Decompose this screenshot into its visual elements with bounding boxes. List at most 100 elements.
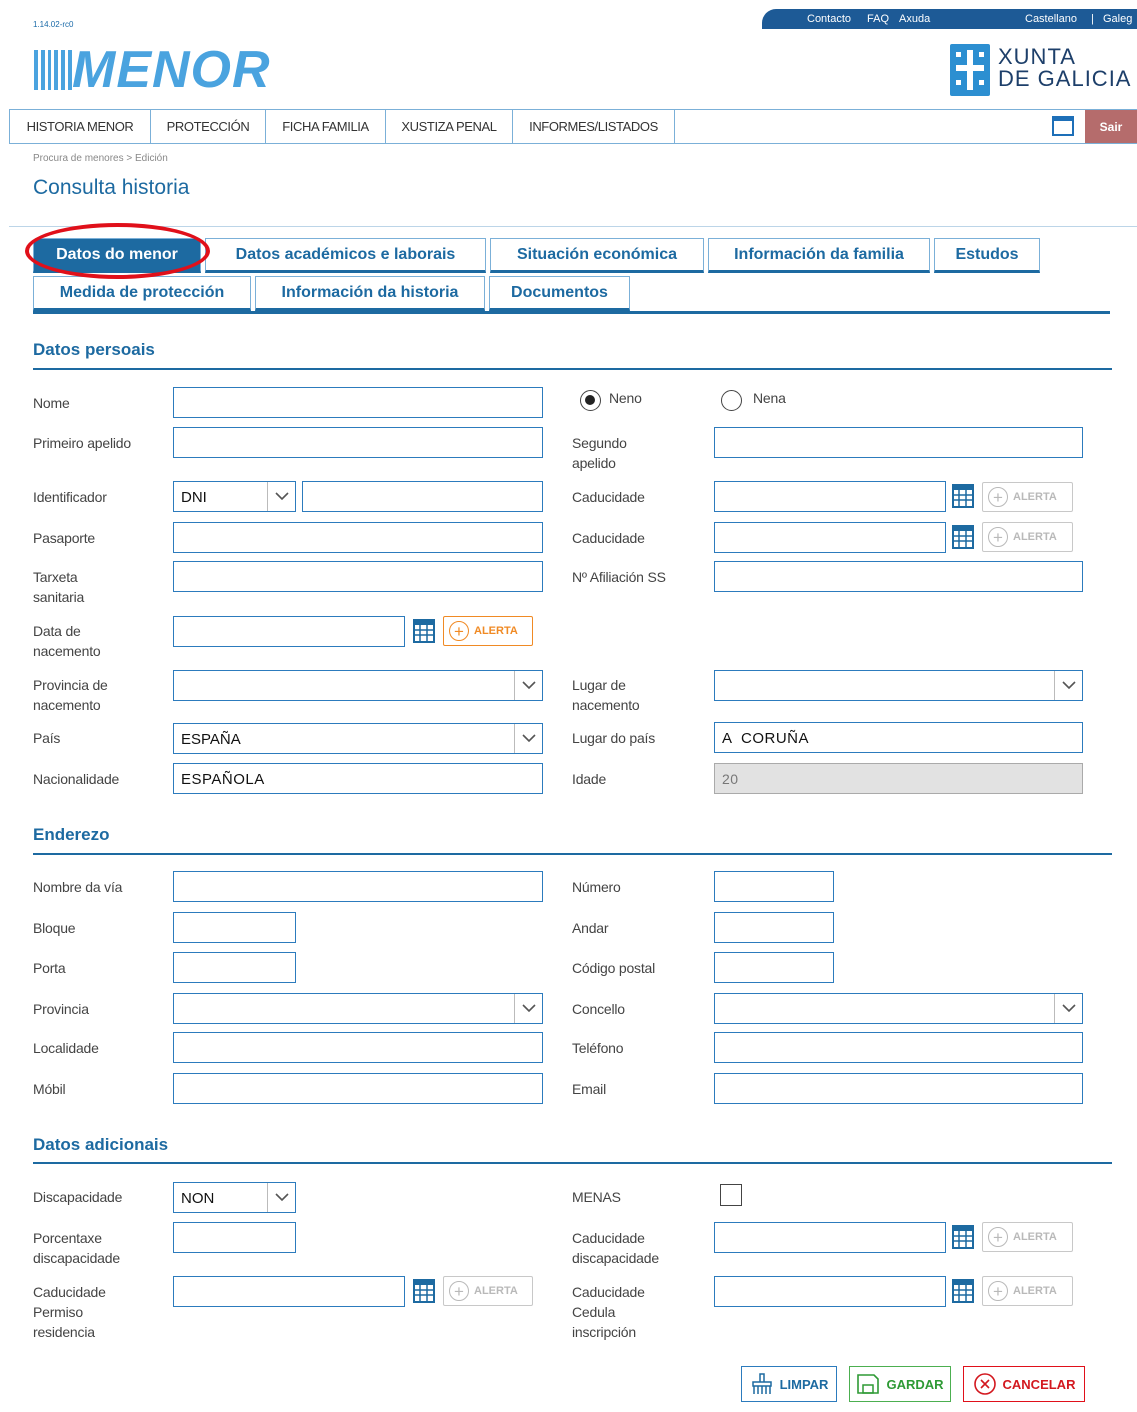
- caducidade-pas-label: Caducidade: [572, 530, 645, 546]
- nena-radio[interactable]: [721, 390, 742, 411]
- bloque-input[interactable]: [173, 912, 296, 943]
- pais-select[interactable]: ESPAÑA: [173, 723, 543, 754]
- tab-estudos[interactable]: Estudos: [934, 238, 1040, 273]
- nome-via-label: Nombre da vía: [33, 879, 123, 895]
- menu-proteccion[interactable]: PROTECCIÓN: [151, 110, 266, 143]
- segundo-apelido-input[interactable]: [714, 427, 1083, 458]
- logout-button[interactable]: Sair: [1085, 110, 1137, 143]
- afiliacion-input[interactable]: [714, 561, 1083, 592]
- caducidade-pas-input[interactable]: [714, 522, 946, 553]
- clear-button[interactable]: LIMPAR: [741, 1366, 837, 1402]
- menas-checkbox[interactable]: [720, 1184, 742, 1206]
- tab-situacion-economica[interactable]: Situación económica: [490, 238, 704, 273]
- menu-ficha-familia[interactable]: FICHA FAMILIA: [266, 110, 386, 143]
- codigo-postal-label: Código postal: [572, 960, 656, 976]
- caducidade-disc-input[interactable]: [714, 1222, 946, 1253]
- neno-radio[interactable]: [580, 390, 601, 411]
- identificador-type-select[interactable]: DNI: [173, 481, 296, 512]
- provincia-select[interactable]: [173, 993, 543, 1024]
- help-link[interactable]: Axuda: [899, 13, 930, 25]
- faq-link[interactable]: FAQ: [867, 13, 889, 25]
- mobil-input[interactable]: [173, 1073, 543, 1104]
- calendar-icon[interactable]: [952, 525, 974, 549]
- calendar-icon[interactable]: [952, 1225, 974, 1249]
- porta-input[interactable]: [173, 952, 296, 983]
- chevron-down-icon: [514, 671, 542, 700]
- alert-button-caducidade-id[interactable]: + ALERTA: [982, 482, 1073, 512]
- alert-button-label: ALERTA: [1013, 491, 1057, 503]
- page-title: Consulta historia: [33, 176, 190, 199]
- porcentaxe-input[interactable]: [173, 1222, 296, 1253]
- tab-documentos[interactable]: Documentos: [489, 276, 630, 311]
- pasaporte-label: Pasaporte: [33, 530, 96, 546]
- caducidade-id-label: Caducidade: [572, 489, 645, 505]
- tarxeta-input[interactable]: [173, 561, 543, 592]
- menu-xustiza-penal[interactable]: XUSTIZA PENAL: [386, 110, 513, 143]
- identificador-type-value: DNI: [181, 489, 207, 506]
- xunta-emblem-icon: [950, 44, 990, 96]
- nome-via-input[interactable]: [173, 871, 543, 902]
- afiliacion-label: Nº Afiliación SS: [572, 569, 666, 585]
- caducidade-permiso-label: Caducidade Permiso residencia: [33, 1284, 106, 1340]
- codigo-postal-input[interactable]: [714, 952, 834, 983]
- section-divider: [33, 853, 1112, 855]
- tab-informacion-historia[interactable]: Información da historia: [255, 276, 485, 311]
- telefono-input[interactable]: [714, 1032, 1083, 1063]
- calendar-icon[interactable]: [952, 484, 974, 508]
- discapacidade-select[interactable]: NON: [173, 1182, 296, 1213]
- galego-link[interactable]: Galeg: [1103, 13, 1132, 25]
- save-button[interactable]: GARDAR: [849, 1366, 951, 1402]
- andar-input[interactable]: [714, 912, 834, 943]
- caducidade-cedula-input[interactable]: [714, 1276, 946, 1307]
- tab-datos-academicos[interactable]: Datos académicos e laborais: [205, 238, 486, 273]
- porta-label: Porta: [33, 960, 66, 976]
- nena-label: Nena: [753, 390, 786, 406]
- section-title-personal: Datos persoais: [33, 340, 155, 359]
- section-title-additional: Datos adicionais: [33, 1135, 169, 1154]
- concello-select[interactable]: [714, 993, 1083, 1024]
- data-nacemento-input[interactable]: [173, 616, 405, 647]
- nome-input[interactable]: [173, 387, 543, 418]
- provincia-nacemento-select[interactable]: [173, 670, 543, 701]
- section-divider: [33, 368, 1112, 370]
- caducidade-id-input[interactable]: [714, 481, 946, 512]
- segundo-apelido-label: Segundo apelido: [572, 435, 627, 471]
- numero-input[interactable]: [714, 871, 834, 902]
- alert-button-caducidade-pas[interactable]: + ALERTA: [982, 522, 1073, 552]
- calendar-icon[interactable]: [413, 619, 435, 643]
- nacionalidade-input[interactable]: ESPAÑOLA: [173, 763, 543, 794]
- menu-informes-listados[interactable]: INFORMES/LISTADOS: [513, 110, 675, 143]
- alert-button-caducidade-permiso[interactable]: + ALERTA: [443, 1276, 533, 1306]
- lugar-pais-input[interactable]: A CORUÑA: [714, 722, 1083, 753]
- identificador-input[interactable]: [302, 481, 543, 512]
- alert-button-data-nacemento[interactable]: + ALERTA: [443, 616, 533, 646]
- primeiro-apelido-input[interactable]: [173, 427, 543, 458]
- pasaporte-input[interactable]: [173, 522, 543, 553]
- chevron-down-icon: [267, 1183, 295, 1212]
- tab-medida-proteccion[interactable]: Medida de protección: [33, 276, 251, 311]
- idade-label: Idade: [572, 771, 607, 787]
- tabs-underline: [33, 311, 1110, 314]
- caducidade-permiso-input[interactable]: [173, 1276, 405, 1307]
- caducidade-cedula-label: Caducidade Cedula inscripción: [572, 1284, 645, 1340]
- cancel-button[interactable]: CANCELAR: [963, 1366, 1085, 1402]
- menor-logo: MENOR: [72, 41, 271, 99]
- section-divider: [33, 1162, 1112, 1164]
- castellano-link[interactable]: Castellano: [1025, 13, 1077, 25]
- lugar-nacemento-select[interactable]: [714, 670, 1083, 701]
- localidade-input[interactable]: [173, 1032, 543, 1063]
- calendar-icon[interactable]: [952, 1279, 974, 1303]
- calendar-icon[interactable]: [413, 1279, 435, 1303]
- tab-informacion-familia[interactable]: Información da familia: [708, 238, 930, 273]
- title-divider: [9, 226, 1137, 227]
- alert-button-caducidade-disc[interactable]: + ALERTA: [982, 1222, 1073, 1252]
- menu-historia-menor[interactable]: HISTORIA MENOR: [10, 110, 151, 143]
- menor-logo-icon: [34, 50, 72, 90]
- chevron-down-icon: [1054, 994, 1082, 1023]
- pais-label: País: [33, 730, 61, 746]
- email-input[interactable]: [714, 1073, 1083, 1104]
- contact-link[interactable]: Contacto: [807, 13, 851, 25]
- window-icon[interactable]: [1052, 116, 1074, 136]
- alert-button-caducidade-cedula[interactable]: + ALERTA: [982, 1276, 1073, 1306]
- chevron-down-icon: [1054, 671, 1082, 700]
